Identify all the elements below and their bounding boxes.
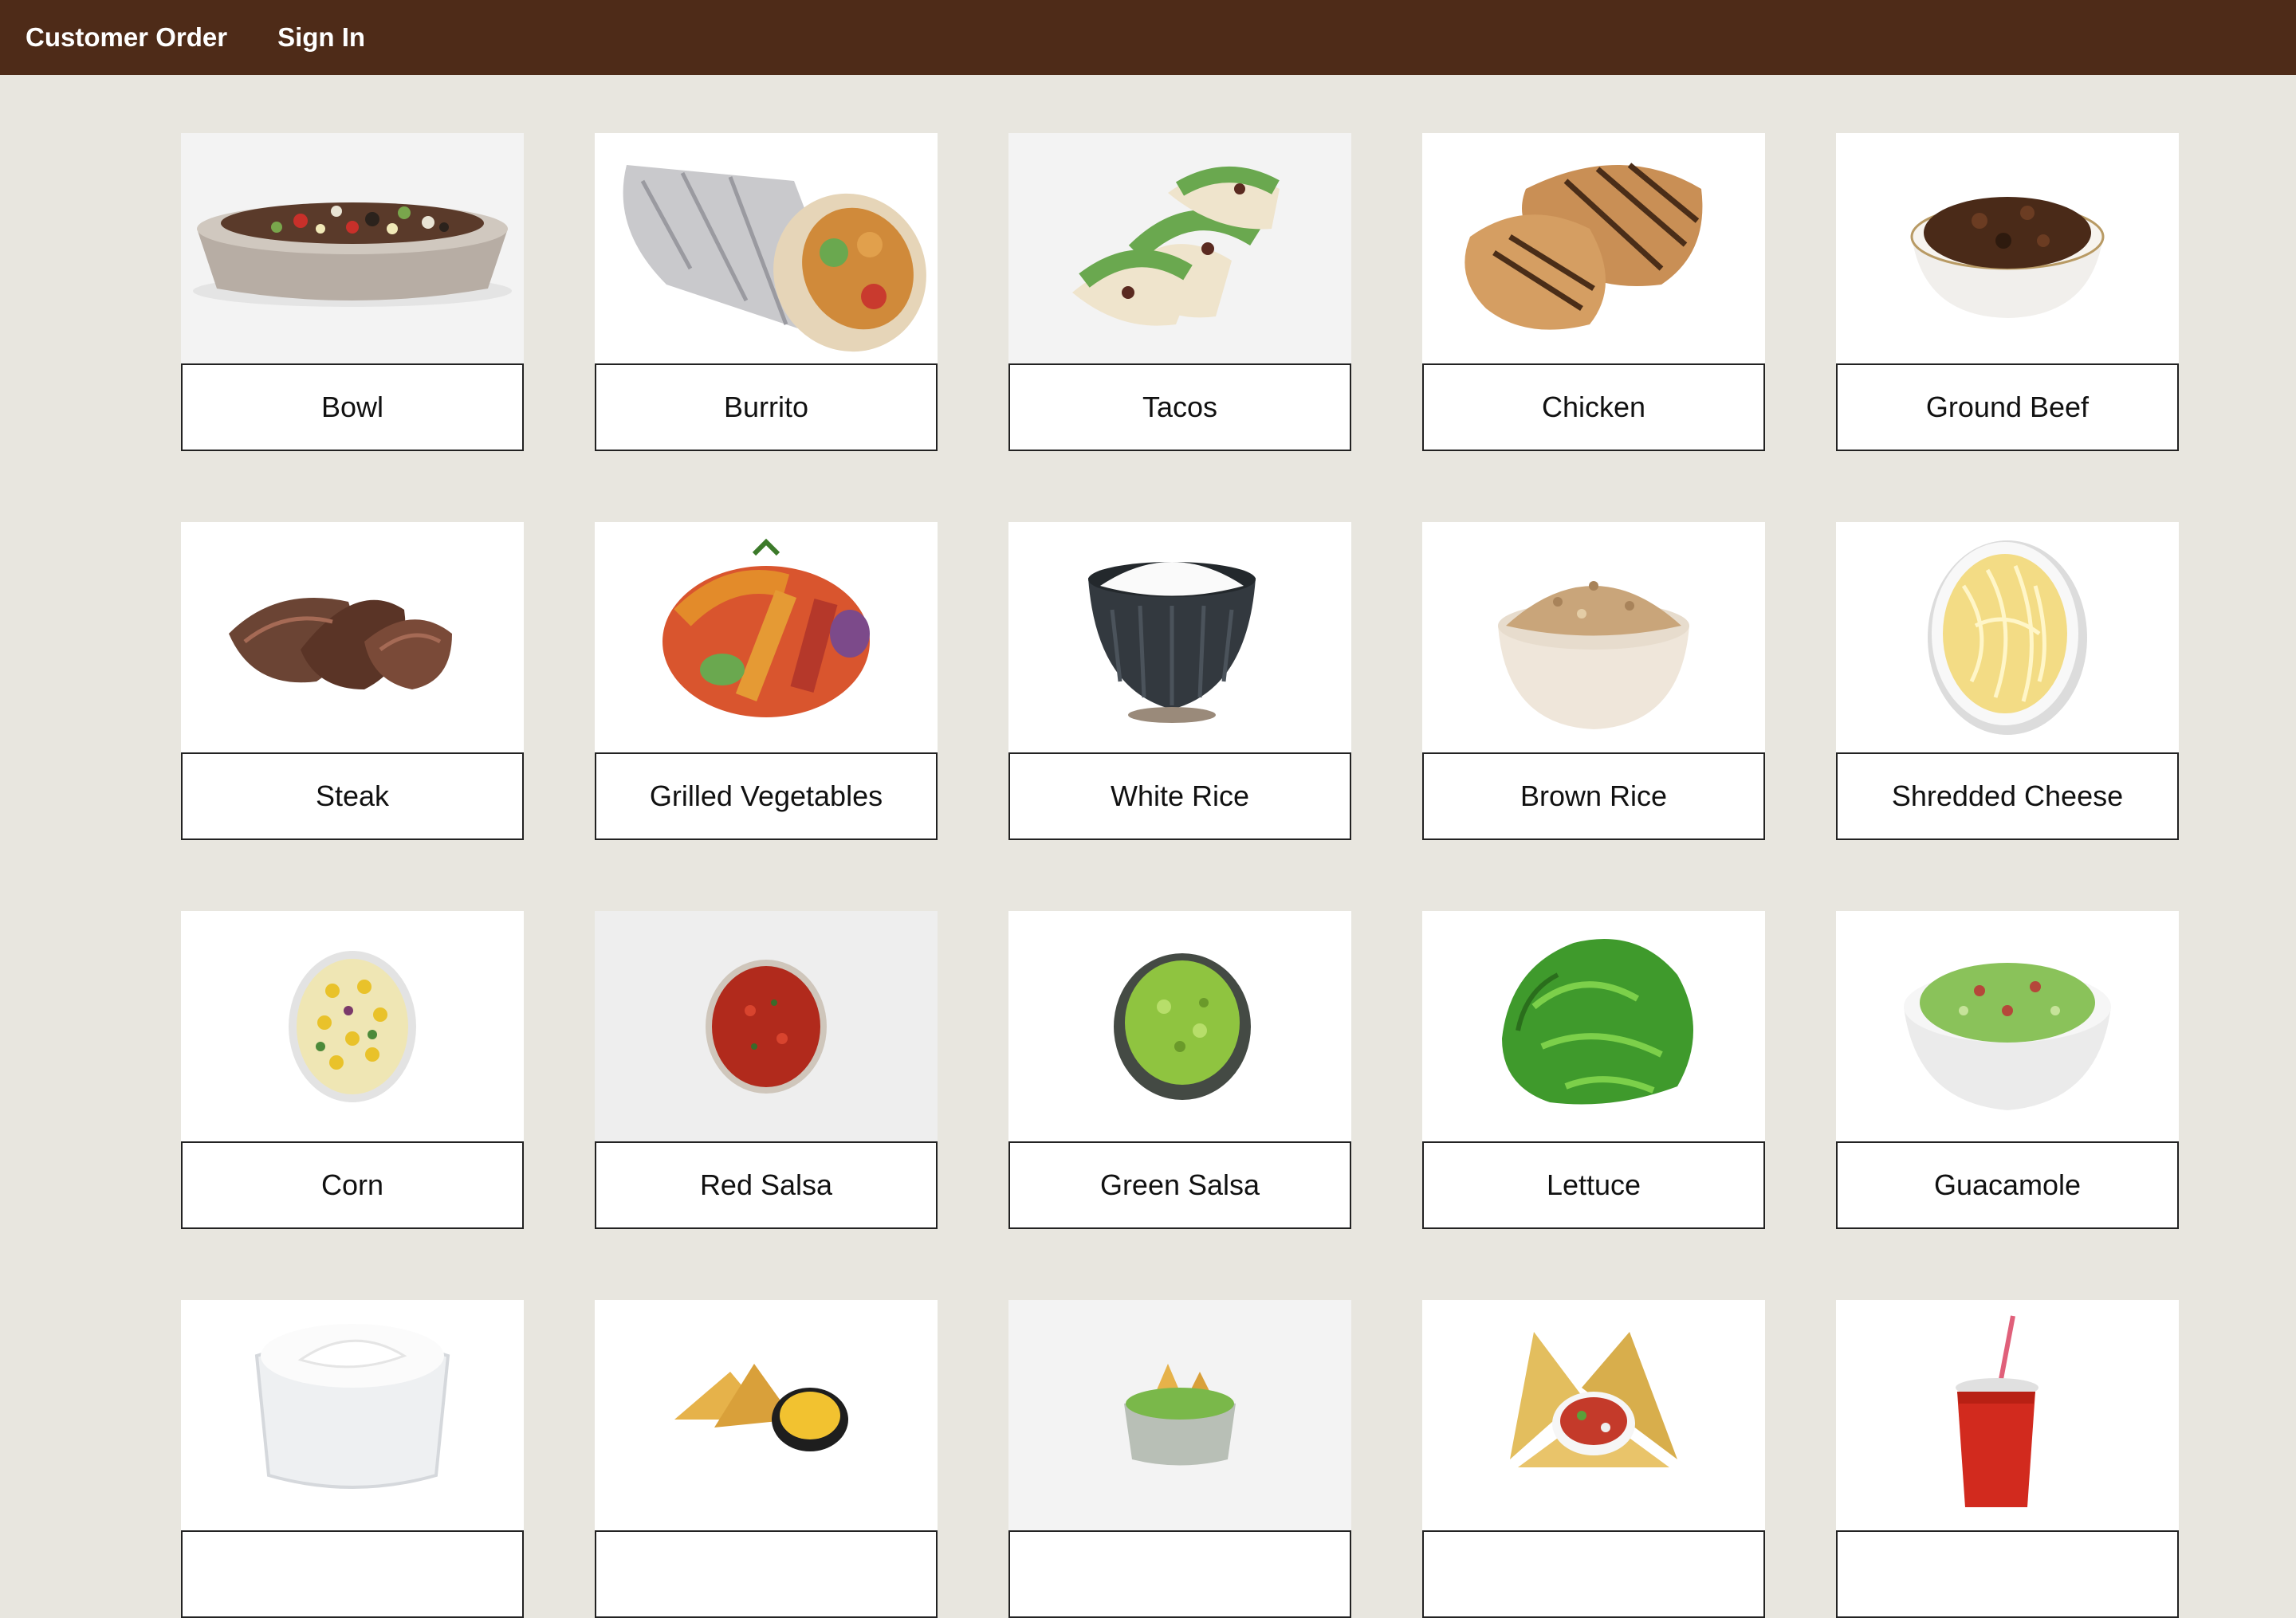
- green-salsa-icon: [1008, 911, 1351, 1141]
- brown-rice-icon: [1422, 522, 1765, 752]
- menu-item-chips-queso[interactable]: [595, 1300, 938, 1618]
- menu-item-label: Ground Beef: [1836, 363, 2179, 451]
- steak-icon: [181, 522, 524, 752]
- guacamole-icon: [1836, 911, 2179, 1141]
- menu-item-label: Brown Rice: [1422, 752, 1765, 840]
- sign-in-link[interactable]: Sign In: [277, 22, 365, 53]
- menu-grid: Bowl Burrito Tacos Chicken Ground Beef S…: [181, 133, 2179, 1618]
- menu-item-green-salsa[interactable]: Green Salsa: [1008, 911, 1351, 1229]
- menu-item-lettuce[interactable]: Lettuce: [1422, 911, 1765, 1229]
- lettuce-icon: [1422, 911, 1765, 1141]
- shredded-cheese-icon: [1836, 522, 2179, 752]
- menu-item-label: Steak: [181, 752, 524, 840]
- drink-cup-icon: [1836, 1300, 2179, 1530]
- menu-item-label: Lettuce: [1422, 1141, 1765, 1229]
- menu-item-label: Shredded Cheese: [1836, 752, 2179, 840]
- chips-queso-icon: [595, 1300, 938, 1530]
- menu-item-bowl[interactable]: Bowl: [181, 133, 524, 451]
- menu-item-sour-cream[interactable]: [181, 1300, 524, 1618]
- menu-item-steak[interactable]: Steak: [181, 522, 524, 840]
- menu-item-drink[interactable]: [1836, 1300, 2179, 1618]
- menu-item-label: Grilled Vegetables: [595, 752, 938, 840]
- menu-item-label: Corn: [181, 1141, 524, 1229]
- menu-item-tacos[interactable]: Tacos: [1008, 133, 1351, 451]
- grilled-vegetables-icon: [595, 522, 938, 752]
- customer-order-link[interactable]: Customer Order: [26, 22, 227, 53]
- menu-item-brown-rice[interactable]: Brown Rice: [1422, 522, 1765, 840]
- menu-item-red-salsa[interactable]: Red Salsa: [595, 911, 938, 1229]
- menu-item-label: Red Salsa: [595, 1141, 938, 1229]
- menu-item-label: Bowl: [181, 363, 524, 451]
- menu-item-label: Guacamole: [1836, 1141, 2179, 1229]
- menu-item-burrito[interactable]: Burrito: [595, 133, 938, 451]
- burrito-icon: [595, 133, 938, 363]
- menu-item-chicken[interactable]: Chicken: [1422, 133, 1765, 451]
- top-navbar: Customer Order Sign In: [0, 0, 2296, 75]
- menu-item-corn[interactable]: Corn: [181, 911, 524, 1229]
- corn-icon: [181, 911, 524, 1141]
- menu-item-ground-beef[interactable]: Ground Beef: [1836, 133, 2179, 451]
- menu-item-chips-guacamole[interactable]: [1008, 1300, 1351, 1618]
- bowl-icon: [181, 133, 524, 363]
- menu-item-label: [1422, 1530, 1765, 1618]
- menu-item-label: Chicken: [1422, 363, 1765, 451]
- chips-salsa-icon: [1422, 1300, 1765, 1530]
- menu-item-label: White Rice: [1008, 752, 1351, 840]
- sour-cream-icon: [181, 1300, 524, 1530]
- red-salsa-icon: [595, 911, 938, 1141]
- chips-guacamole-icon: [1008, 1300, 1351, 1530]
- menu-item-label: [1836, 1530, 2179, 1618]
- menu-item-chips-salsa[interactable]: [1422, 1300, 1765, 1618]
- menu-item-label: Burrito: [595, 363, 938, 451]
- menu-item-grilled-vegetables[interactable]: Grilled Vegetables: [595, 522, 938, 840]
- chicken-icon: [1422, 133, 1765, 363]
- menu-item-label: [1008, 1530, 1351, 1618]
- menu-item-label: [181, 1530, 524, 1618]
- menu-item-label: [595, 1530, 938, 1618]
- menu-item-label: Green Salsa: [1008, 1141, 1351, 1229]
- menu-item-shredded-cheese[interactable]: Shredded Cheese: [1836, 522, 2179, 840]
- menu-item-guacamole[interactable]: Guacamole: [1836, 911, 2179, 1229]
- ground-beef-icon: [1836, 133, 2179, 363]
- tacos-icon: [1008, 133, 1351, 363]
- white-rice-icon: [1008, 522, 1351, 752]
- menu-item-white-rice[interactable]: White Rice: [1008, 522, 1351, 840]
- menu-item-label: Tacos: [1008, 363, 1351, 451]
